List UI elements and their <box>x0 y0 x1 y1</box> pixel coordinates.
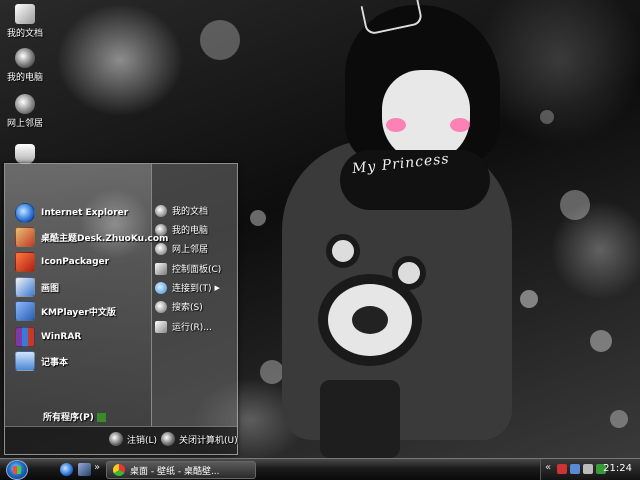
shutdown-button[interactable]: 关闭计算机(U) <box>161 432 238 446</box>
start-menu: Internet Explorer 桌酷主题Desk.ZhuoKu.com Ic… <box>4 163 238 455</box>
desktop-icon-label: 我的电脑 <box>6 73 43 83</box>
iconpackager-icon <box>15 252 35 272</box>
run-icon <box>155 320 167 333</box>
chevron-left-icon[interactable]: « <box>545 462 551 473</box>
program-label: IconPackager <box>41 257 110 267</box>
shutdown-label: 关闭计算机(U) <box>179 435 238 446</box>
taskbar-window-button[interactable]: 桌面 - 壁纸 - 桌酷壁... <box>106 461 256 479</box>
system-tray: « 21:24 <box>540 459 640 480</box>
place-item-search[interactable]: 搜索(S) <box>155 298 203 315</box>
internet-explorer-icon[interactable] <box>60 463 73 476</box>
arrow-right-icon <box>96 413 106 422</box>
place-item-network[interactable]: 网上邻居 <box>155 240 208 257</box>
place-label: 连接到(T) <box>172 284 212 294</box>
program-item-kmplayer[interactable]: KMPlayer中文版 <box>15 300 116 322</box>
program-label: Internet Explorer <box>41 208 129 218</box>
place-item-control-panel[interactable]: 控制面板(C) <box>155 260 221 277</box>
kmplayer-icon <box>15 301 35 321</box>
computer-icon <box>15 48 35 68</box>
place-label: 网上邻居 <box>172 245 209 255</box>
desktop-icon-my-computer[interactable]: 我的电脑 <box>2 48 48 83</box>
shield-icon[interactable] <box>557 464 567 474</box>
bokeh-light <box>250 210 266 226</box>
folder-icon <box>15 4 35 24</box>
girl-cheek <box>450 118 470 132</box>
network-status-icon[interactable] <box>570 464 580 474</box>
network-icon <box>15 94 35 114</box>
place-item-run[interactable]: 运行(R)... <box>155 318 212 335</box>
place-label: 我的文档 <box>172 207 209 217</box>
program-label: 桌酷主题Desk.ZhuoKu.com <box>41 233 169 244</box>
girl-face <box>382 70 470 162</box>
speaker-graphic <box>326 234 360 268</box>
paint-icon <box>15 277 35 297</box>
desktop-icon-my-documents[interactable]: 我的文档 <box>2 4 48 39</box>
internet-explorer-icon <box>15 203 35 223</box>
program-item-winrar[interactable]: WinRAR <box>15 326 81 348</box>
taskbar: » 桌面 - 壁纸 - 桌酷壁... « 21:24 <box>0 458 640 480</box>
search-icon <box>155 300 167 313</box>
program-label: 记事本 <box>41 357 69 368</box>
power-icon <box>161 432 175 446</box>
taskbar-window-label: 桌面 - 壁纸 - 桌酷壁... <box>130 466 220 477</box>
connect-to-icon <box>155 281 167 294</box>
program-label: 画图 <box>41 283 60 294</box>
program-item-paint[interactable]: 画图 <box>15 276 59 298</box>
desktop-icon-label: 我的文档 <box>6 29 43 39</box>
program-label: KMPlayer中文版 <box>41 307 116 318</box>
notepad-icon <box>15 351 35 371</box>
documents-icon <box>155 204 167 217</box>
bokeh-light <box>590 330 612 352</box>
network-icon <box>155 242 167 255</box>
place-label: 运行(R)... <box>172 323 212 333</box>
all-programs-button[interactable]: 所有程序(P) <box>43 410 106 423</box>
logoff-label: 注销(L) <box>127 435 158 446</box>
program-item-iconpackager[interactable]: IconPackager <box>15 251 109 273</box>
zhuoku-theme-icon <box>15 227 35 247</box>
computer-icon <box>155 223 167 236</box>
bokeh-light <box>200 20 240 60</box>
girl-legs <box>320 380 400 458</box>
show-desktop-icon[interactable] <box>78 463 91 476</box>
chrome-icon <box>113 464 125 476</box>
bokeh-light <box>610 410 628 428</box>
control-panel-icon <box>155 262 167 275</box>
place-item-my-documents[interactable]: 我的文档 <box>155 202 208 219</box>
chevron-right-icon[interactable]: » <box>94 462 100 473</box>
place-item-connect-to[interactable]: 连接到(T) ▶ <box>155 279 220 296</box>
logoff-icon <box>109 432 123 446</box>
taskbar-clock[interactable]: 21:24 <box>603 463 632 474</box>
program-item-zhuoku-theme[interactable]: 桌酷主题Desk.ZhuoKu.com <box>15 226 168 248</box>
bokeh-light <box>260 360 284 384</box>
place-item-my-computer[interactable]: 我的电脑 <box>155 221 208 238</box>
all-programs-label: 所有程序(P) <box>43 413 94 423</box>
bokeh-light <box>560 190 590 220</box>
place-label: 控制面板(C) <box>172 265 222 275</box>
place-label: 我的电脑 <box>172 226 209 236</box>
chevron-right-icon: ▶ <box>214 283 220 292</box>
program-item-internet-explorer[interactable]: Internet Explorer <box>15 202 128 224</box>
program-item-notepad[interactable]: 记事本 <box>15 350 68 372</box>
desktop-icon-label: 网上邻居 <box>6 119 43 129</box>
program-label: WinRAR <box>41 332 82 342</box>
bokeh-light <box>540 110 554 124</box>
desktop-icon-network[interactable]: 网上邻居 <box>2 94 48 129</box>
speaker-graphic <box>392 256 426 290</box>
place-label: 搜索(S) <box>172 303 203 313</box>
recycle-bin-icon <box>15 144 35 164</box>
volume-icon[interactable] <box>583 464 593 474</box>
start-button[interactable] <box>6 460 28 480</box>
logoff-button[interactable]: 注销(L) <box>109 432 157 446</box>
bokeh-light <box>520 290 538 308</box>
winrar-icon <box>15 327 35 347</box>
girl-cheek <box>386 118 406 132</box>
